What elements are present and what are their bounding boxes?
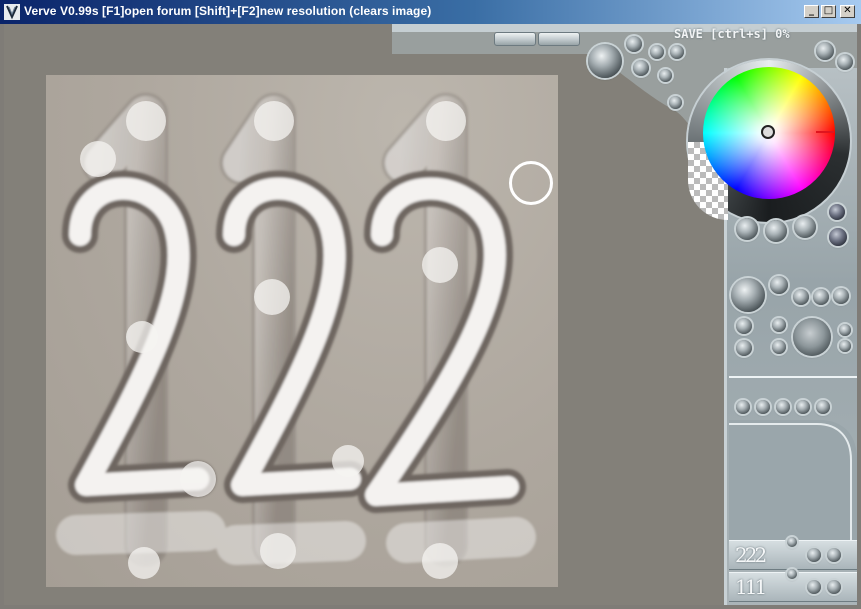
preset-row-1[interactable]: 222: [729, 537, 857, 570]
brush-cursor-icon: [509, 161, 553, 205]
layer-knob-4[interactable]: [796, 400, 810, 414]
layer-knob-5[interactable]: [816, 400, 830, 414]
brush-knob-4[interactable]: [633, 60, 649, 76]
flow-knob-3[interactable]: [813, 289, 829, 305]
layer-knob-3[interactable]: [776, 400, 790, 414]
brush-knob-2[interactable]: [650, 45, 664, 59]
minimize-button[interactable]: _: [804, 5, 819, 18]
app-window: Verve V0.99s [F1]open forum [Shift]+[F2]…: [0, 0, 861, 609]
preset-save-icon[interactable]: [807, 548, 821, 562]
preset-row-2[interactable]: 111: [729, 569, 857, 602]
preset-delete-icon[interactable]: [827, 548, 841, 562]
brush-size-dial[interactable]: [588, 44, 622, 78]
lower-frame: [729, 420, 857, 540]
brush-knob-7[interactable]: [816, 42, 834, 60]
preset-label: 111: [735, 575, 767, 599]
title-bar[interactable]: Verve V0.99s [F1]open forum [Shift]+[F2]…: [0, 0, 861, 24]
verve-logo-icon: [4, 4, 20, 20]
flow-knob-6[interactable]: [772, 318, 786, 332]
painted-strokes: [56, 93, 536, 579]
tool-button-1[interactable]: [494, 32, 536, 46]
panel-divider: [729, 376, 857, 378]
flow-knob-8[interactable]: [839, 340, 851, 352]
layer-knob-1[interactable]: [736, 400, 750, 414]
preset-label: 222: [735, 543, 767, 567]
flow-dial[interactable]: [731, 278, 765, 312]
flow-knob-5[interactable]: [736, 318, 752, 334]
close-button[interactable]: ✕: [840, 5, 855, 18]
preset-load-icon[interactable]: [787, 537, 797, 547]
save-status[interactable]: SAVE [ctrl+s] 0%: [674, 27, 790, 41]
layer-knob-2[interactable]: [756, 400, 770, 414]
flow-knob-7[interactable]: [839, 324, 851, 336]
preset-delete-icon[interactable]: [827, 580, 841, 594]
mix-knob-4[interactable]: [829, 204, 845, 220]
client-area: SAVE [ctrl+s] 0% 222 111: [4, 24, 857, 605]
mix-knob-2[interactable]: [765, 220, 787, 242]
preset-load-icon[interactable]: [787, 569, 797, 579]
flow-knob-1[interactable]: [770, 276, 788, 294]
flow-knob-4[interactable]: [833, 288, 849, 304]
mix-knob-5[interactable]: [829, 228, 847, 246]
brush-knob-3[interactable]: [670, 45, 684, 59]
brush-knob-6[interactable]: [669, 96, 682, 109]
tool-button-2[interactable]: [538, 32, 580, 46]
color-selector[interactable]: [761, 125, 775, 139]
hue-marker: [816, 131, 834, 133]
flow-knob-9[interactable]: [736, 340, 752, 356]
preset-save-icon[interactable]: [807, 580, 821, 594]
mix-knob-3[interactable]: [794, 216, 816, 238]
maximize-button[interactable]: □: [821, 5, 836, 18]
brush-knob-5[interactable]: [659, 69, 672, 82]
brush-knob-1[interactable]: [626, 36, 642, 52]
window-title: Verve V0.99s [F1]open forum [Shift]+[F2]…: [24, 4, 432, 18]
flow-knob-10[interactable]: [772, 340, 786, 354]
brush-knob-8[interactable]: [837, 54, 853, 70]
mix-knob-1[interactable]: [736, 218, 758, 240]
pressure-dial[interactable]: [793, 318, 831, 356]
painting-canvas[interactable]: [46, 75, 558, 587]
flow-knob-2[interactable]: [793, 289, 809, 305]
